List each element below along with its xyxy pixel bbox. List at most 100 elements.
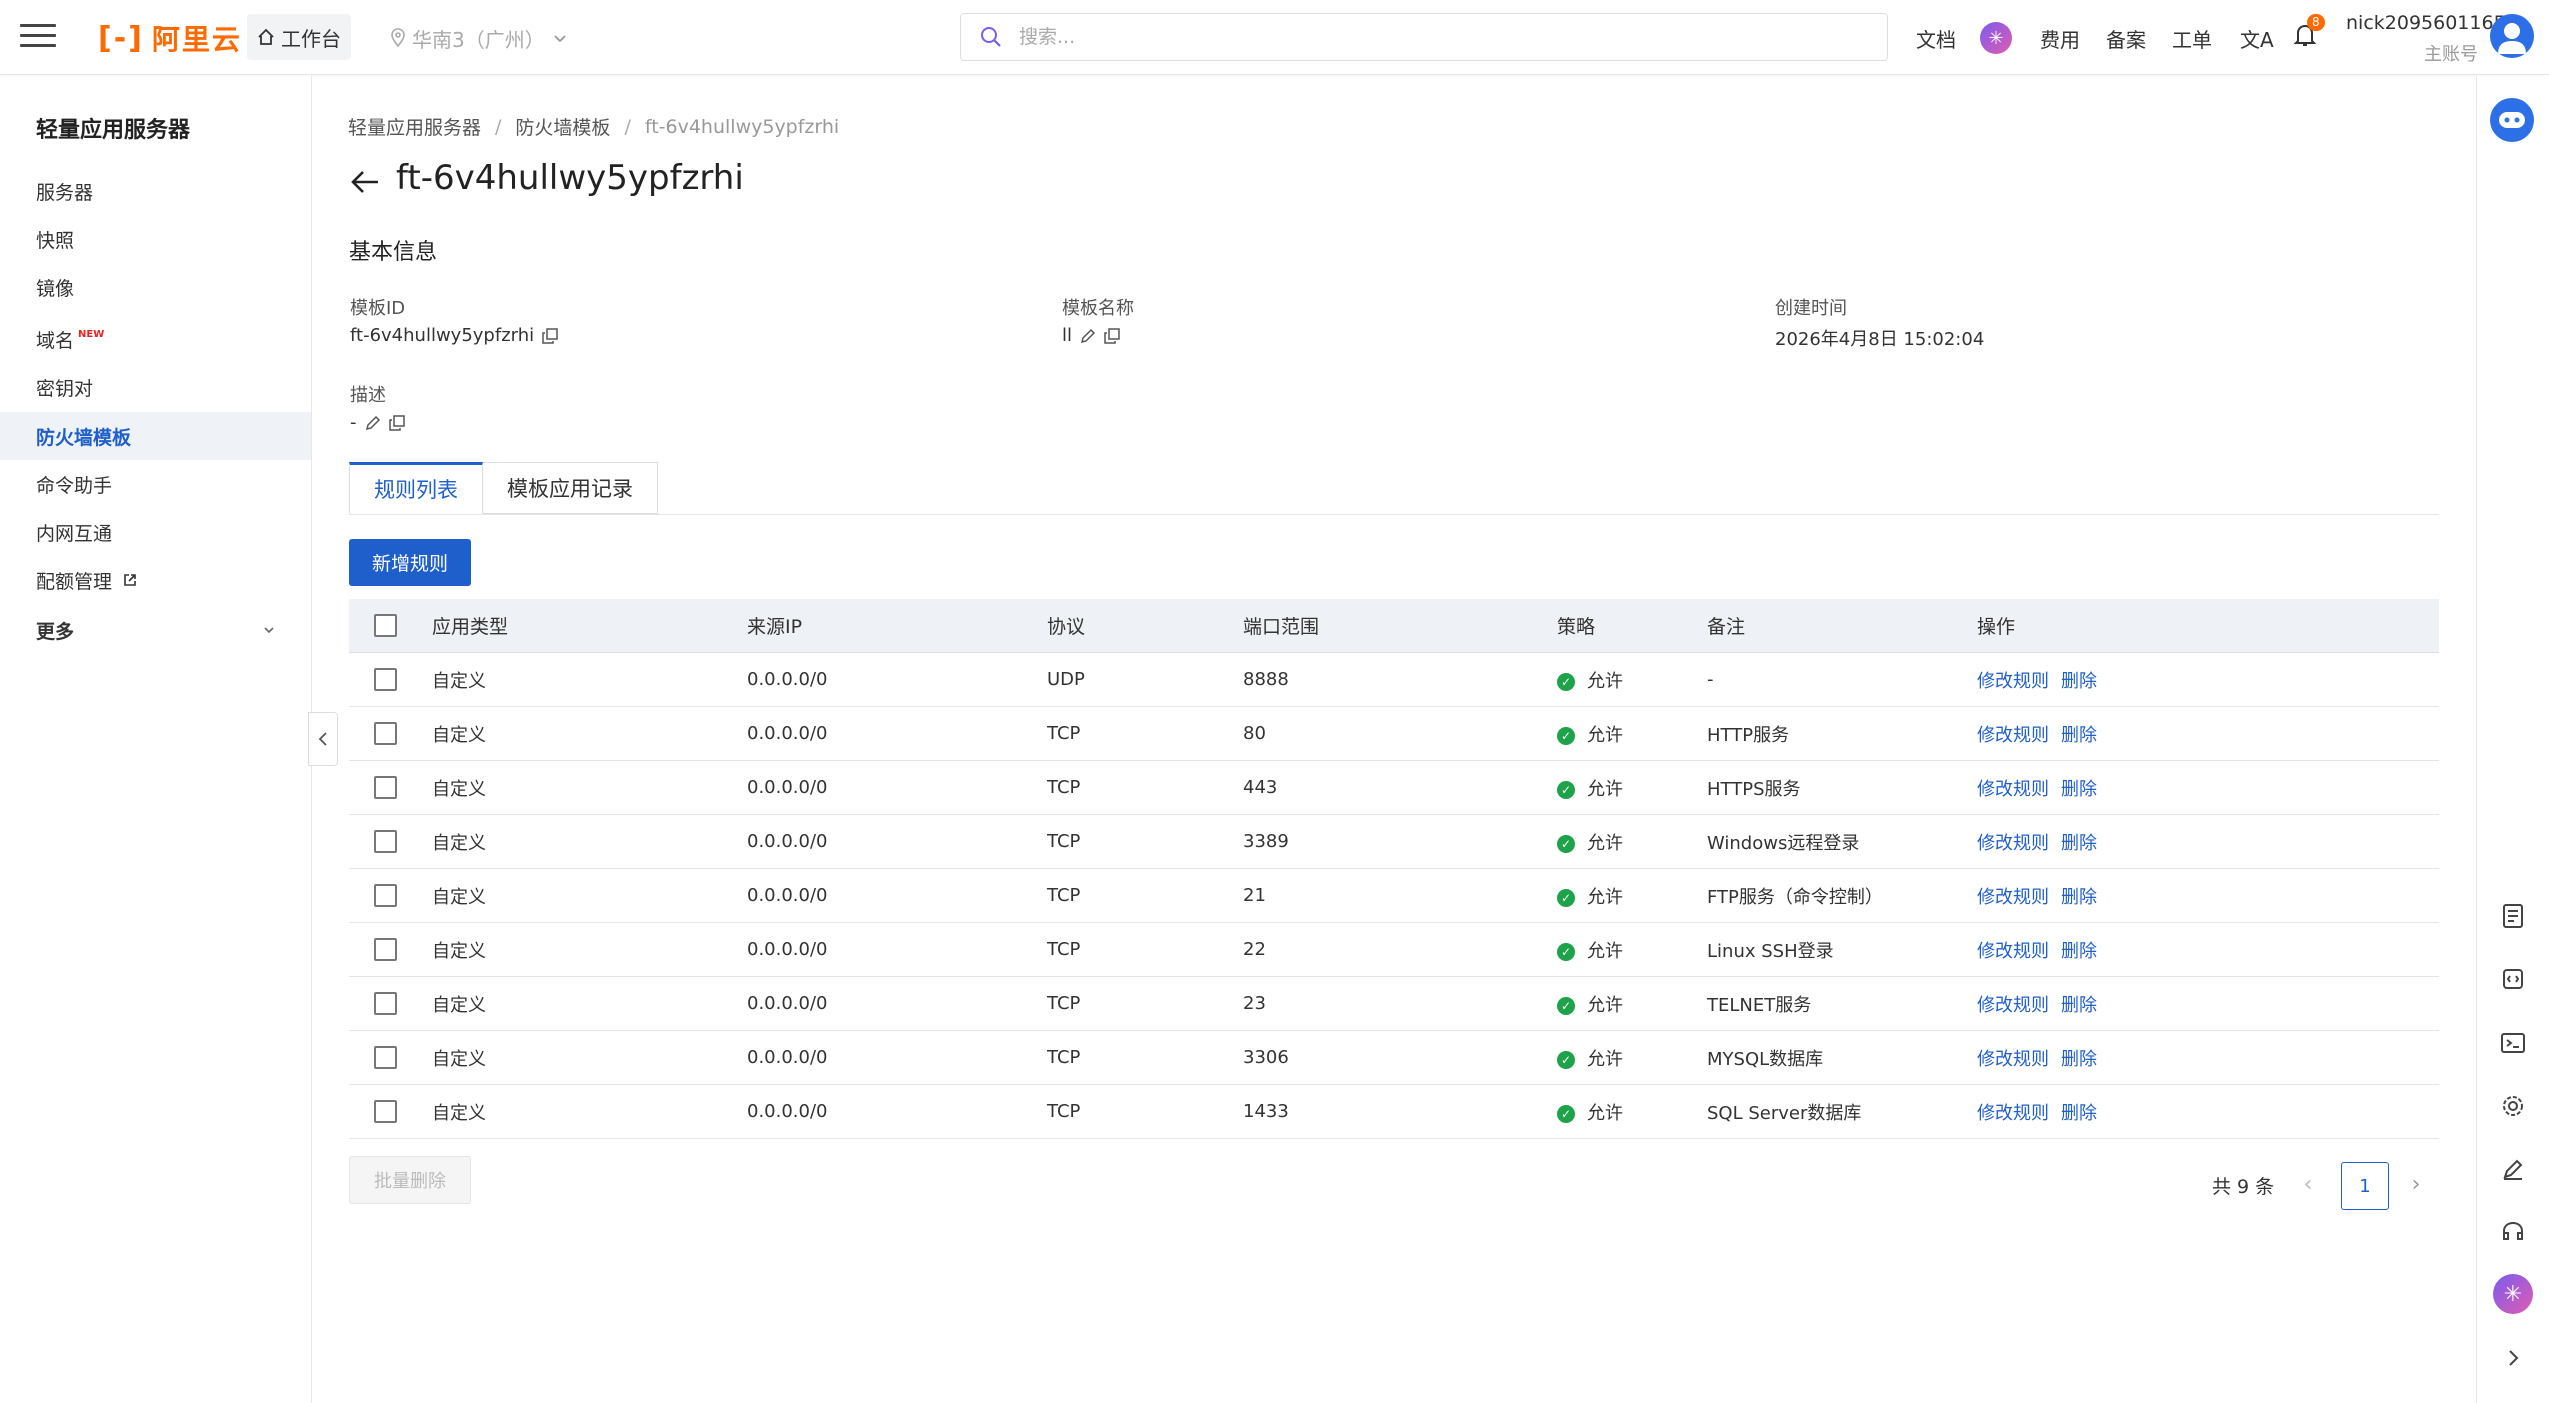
sidebar-collapse-button[interactable] [308, 712, 338, 766]
settings-icon[interactable] [2496, 1089, 2530, 1123]
nav-docs[interactable]: 文档 [1916, 22, 1956, 54]
select-all-checkbox[interactable] [374, 614, 397, 637]
edit-rule-link[interactable]: 修改规则 [1977, 667, 2049, 693]
document-icon[interactable] [2496, 899, 2530, 933]
pagination-next-button[interactable]: › [2404, 1168, 2428, 1200]
aliyun-logo[interactable]: [-] 阿里云 [98, 18, 242, 58]
sidebar-item-label: 服务器 [36, 181, 94, 204]
pagination-page[interactable]: 1 [2341, 1162, 2389, 1210]
cell-protocol: TCP [1047, 993, 1081, 1014]
tabs: 规则列表 模板应用记录 [349, 462, 658, 514]
edit-rule-link[interactable]: 修改规则 [1977, 775, 2049, 801]
search-box[interactable] [960, 13, 1888, 61]
workbench-label: 工作台 [281, 26, 341, 51]
tab-apply-records[interactable]: 模板应用记录 [483, 462, 658, 514]
sidebar-item-images[interactable]: 镜像 [0, 263, 311, 311]
add-rule-button[interactable]: 新增规则 [349, 539, 471, 586]
robot-assistant-icon[interactable] [2490, 98, 2534, 142]
sidebar-item-servers[interactable]: 服务器 [0, 167, 311, 215]
delete-rule-link[interactable]: 删除 [2061, 937, 2097, 963]
menu-icon[interactable] [20, 22, 56, 50]
cell-source-ip: 0.0.0.0/0 [747, 885, 828, 906]
terminal-icon[interactable] [2496, 1026, 2530, 1060]
row-checkbox[interactable] [374, 668, 397, 691]
sidebar-item-keypairs[interactable]: 密钥对 [0, 363, 311, 411]
sidebar-item-intranet[interactable]: 内网互通 [0, 508, 311, 556]
chevron-left-icon [318, 732, 327, 746]
edit-rule-link[interactable]: 修改规则 [1977, 883, 2049, 909]
header-app-type: 应用类型 [432, 616, 509, 638]
avatar[interactable] [2490, 14, 2534, 58]
pagination-prev-button[interactable]: ‹ [2296, 1168, 2320, 1200]
sidebar-item-command-assistant[interactable]: 命令助手 [0, 460, 311, 508]
cell-port-range: 80 [1243, 723, 1266, 744]
sidebar-item-label: 密钥对 [36, 377, 94, 400]
check-circle-icon: ✓ [1557, 726, 1575, 745]
delete-rule-link[interactable]: 删除 [2061, 1045, 2097, 1071]
delete-rule-link[interactable]: 删除 [2061, 829, 2097, 855]
edit-icon[interactable] [2496, 1152, 2530, 1186]
cell-note: Windows远程登录 [1707, 832, 1860, 854]
batch-delete-button[interactable]: 批量删除 [349, 1156, 471, 1204]
edit-rule-link[interactable]: 修改规则 [1977, 991, 2049, 1017]
sidebar-item-snapshots[interactable]: 快照 [0, 215, 311, 263]
sidebar-item-quota[interactable]: 配额管理 [0, 556, 311, 604]
row-checkbox[interactable] [374, 938, 397, 961]
delete-rule-link[interactable]: 删除 [2061, 721, 2097, 747]
row-checkbox[interactable] [374, 1046, 397, 1069]
region-selector[interactable]: 华南3（广州） [390, 22, 569, 54]
cell-protocol: UDP [1047, 669, 1085, 690]
edit-rule-link[interactable]: 修改规则 [1977, 829, 2049, 855]
breadcrumb-item[interactable]: 轻量应用服务器 [348, 113, 481, 140]
nav-billing[interactable]: 费用 [2040, 22, 2080, 54]
delete-rule-link[interactable]: 删除 [2061, 1099, 2097, 1125]
sidebar-item-label: 防火墙模板 [36, 426, 132, 449]
header-note: 备注 [1707, 616, 1746, 638]
edit-icon[interactable] [365, 415, 381, 431]
delete-rule-link[interactable]: 删除 [2061, 883, 2097, 909]
delete-rule-link[interactable]: 删除 [2061, 667, 2097, 693]
notification-bell[interactable]: 8 [2293, 14, 2325, 52]
edit-icon[interactable] [1080, 328, 1096, 344]
delete-rule-link[interactable]: 删除 [2061, 775, 2097, 801]
nav-tickets[interactable]: 工单 [2172, 22, 2212, 54]
nav-icp[interactable]: 备案 [2106, 22, 2146, 54]
support-icon[interactable] [2496, 1215, 2530, 1249]
row-checkbox[interactable] [374, 884, 397, 907]
chevron-right-icon[interactable] [2496, 1341, 2530, 1375]
sidebar-item-label: 内网互通 [36, 522, 113, 545]
ai-assistant-icon[interactable]: ✳ [1980, 22, 2012, 54]
copy-icon[interactable] [388, 414, 405, 431]
api-icon[interactable] [2496, 962, 2530, 996]
cell-source-ip: 0.0.0.0/0 [747, 723, 828, 744]
description-value: - [350, 412, 405, 433]
delete-rule-link[interactable]: 删除 [2061, 991, 2097, 1017]
ai-assistant-icon[interactable]: ✳ [2493, 1274, 2533, 1314]
edit-rule-link[interactable]: 修改规则 [1977, 937, 2049, 963]
tabs-divider [349, 514, 2439, 515]
row-checkbox[interactable] [374, 722, 397, 745]
breadcrumb-item[interactable]: 防火墙模板 [515, 113, 610, 140]
row-checkbox[interactable] [374, 830, 397, 853]
sidebar-item-domains[interactable]: 域名 NEW [0, 315, 311, 363]
cell-note: Linux SSH登录 [1707, 940, 1834, 962]
row-checkbox[interactable] [374, 1100, 397, 1123]
copy-icon[interactable] [1104, 327, 1120, 344]
search-input[interactable] [1017, 25, 1837, 49]
row-checkbox[interactable] [374, 992, 397, 1015]
edit-rule-link[interactable]: 修改规则 [1977, 1045, 2049, 1071]
user-name[interactable]: nick2095601165 [2346, 12, 2506, 34]
external-link-icon [124, 574, 136, 586]
row-checkbox[interactable] [374, 776, 397, 799]
cell-app-type: 自定义 [432, 940, 486, 962]
edit-rule-link[interactable]: 修改规则 [1977, 1099, 2049, 1125]
tab-rule-list[interactable]: 规则列表 [349, 462, 483, 514]
sidebar-more[interactable]: 更多 [0, 606, 311, 654]
language-icon[interactable]: 文A [2240, 24, 2274, 53]
page-title: ft-6v4hullwy5ypfzrhi [396, 158, 744, 198]
sidebar-item-firewall-templates[interactable]: 防火墙模板 [0, 412, 311, 460]
copy-icon[interactable] [542, 327, 558, 344]
edit-rule-link[interactable]: 修改规则 [1977, 721, 2049, 747]
workbench-button[interactable]: 工作台 [247, 14, 351, 60]
back-arrow-icon[interactable] [348, 165, 382, 199]
